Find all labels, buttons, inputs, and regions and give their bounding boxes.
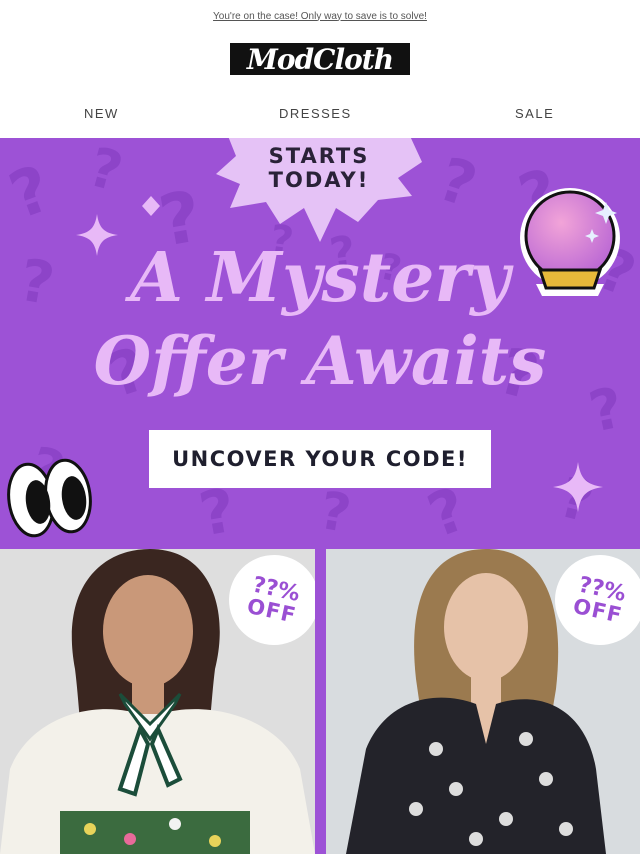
- logo-text: ModCloth: [246, 42, 394, 76]
- uncover-code-button[interactable]: UNCOVER YOUR CODE!: [149, 430, 491, 488]
- nav-new[interactable]: NEW: [84, 106, 119, 121]
- burst-line-1: STARTS: [268, 144, 370, 168]
- sparkle-square-icon: [142, 196, 160, 216]
- burst-line-2: TODAY!: [268, 168, 370, 192]
- product-grid: ??% OFF ??% OFF: [0, 549, 640, 854]
- preheader: You're on the case! Only way to save is …: [0, 0, 640, 32]
- preheader-link[interactable]: You're on the case! Only way to save is …: [213, 11, 427, 22]
- hero-banner[interactable]: ? ? ? ? ? ? ? ? ? ? ? ? ? ? ? ? ? ? STAR…: [0, 138, 640, 549]
- nav-sale[interactable]: SALE: [515, 106, 554, 121]
- product-card-1[interactable]: ??% OFF: [0, 549, 315, 854]
- brand-logo[interactable]: ModCloth: [230, 42, 410, 76]
- product-card-2[interactable]: ??% OFF: [326, 549, 640, 854]
- hero-headline-line-2: Offer Awaits: [93, 322, 547, 400]
- hero-headline-line-1: A Mystery: [130, 238, 510, 318]
- main-nav: NEW DRESSES SALE: [0, 100, 640, 128]
- nav-dresses[interactable]: DRESSES: [279, 106, 352, 121]
- starts-today-burst: STARTS TODAY!: [208, 138, 430, 242]
- googly-eyes-icon: [7, 458, 92, 538]
- sparkle-icon-bottom: [553, 462, 603, 512]
